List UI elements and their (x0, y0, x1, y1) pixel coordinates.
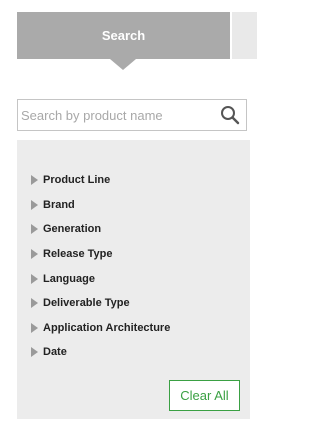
tab-search[interactable]: Search (17, 12, 230, 59)
filter-item-label: Brand (43, 198, 75, 211)
clear-all-button[interactable]: Clear All (169, 380, 240, 411)
expand-caret-icon (31, 249, 38, 260)
tab-secondary[interactable] (232, 12, 257, 59)
filter-item-date[interactable]: Date (31, 340, 170, 365)
active-tab-pointer (110, 59, 136, 70)
tab-search-label: Search (101, 28, 146, 43)
filter-item-product-line[interactable]: Product Line (31, 168, 170, 193)
search-box (17, 99, 247, 131)
filter-item-deliverable-type[interactable]: Deliverable Type (31, 291, 170, 316)
filter-item-application-architecture[interactable]: Application Architecture (31, 316, 170, 341)
tab-bar: Search (0, 0, 257, 70)
filter-item-brand[interactable]: Brand (31, 193, 170, 218)
filter-item-label: Application Architecture (43, 321, 171, 334)
filter-item-label: Date (43, 346, 67, 359)
clear-all-label: Clear All (180, 388, 229, 403)
filter-list: Product Line Brand Generation Release Ty… (31, 168, 170, 365)
search-input[interactable] (18, 100, 208, 130)
filter-panel: Product Line Brand Generation Release Ty… (17, 140, 250, 419)
filter-item-label: Deliverable Type (43, 297, 130, 310)
expand-caret-icon (31, 273, 38, 284)
filter-item-label: Product Line (43, 174, 111, 187)
filter-item-language[interactable]: Language (31, 266, 170, 291)
filter-item-release-type[interactable]: Release Type (31, 242, 170, 267)
filter-item-generation[interactable]: Generation (31, 217, 170, 242)
filter-item-label: Language (43, 272, 95, 285)
expand-caret-icon (31, 175, 38, 186)
search-icon[interactable] (220, 105, 240, 125)
expand-caret-icon (31, 224, 38, 235)
filter-item-label: Generation (43, 223, 102, 236)
expand-caret-icon (31, 298, 38, 309)
filter-item-label: Release Type (43, 248, 113, 261)
expand-caret-icon (31, 199, 38, 210)
expand-caret-icon (31, 322, 38, 333)
expand-caret-icon (31, 347, 38, 358)
